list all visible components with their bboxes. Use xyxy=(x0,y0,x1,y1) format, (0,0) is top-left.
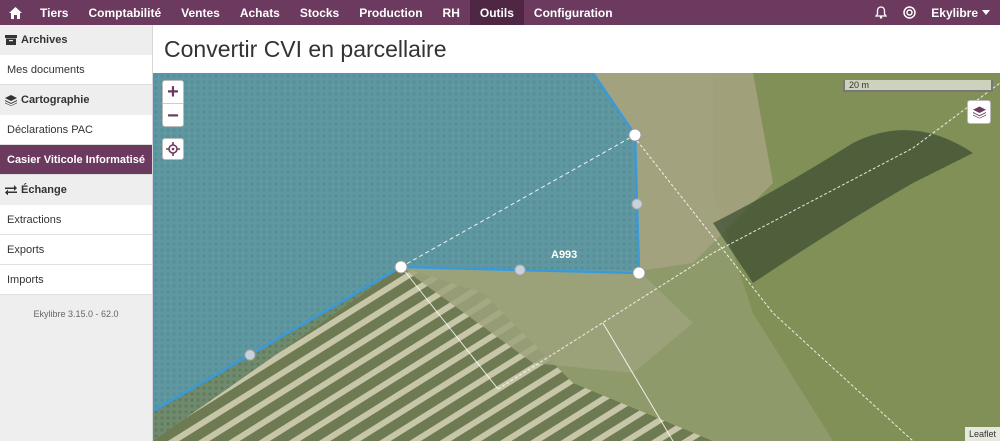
polygon-midpoint-handle[interactable] xyxy=(244,349,256,361)
parcel-label: A993 xyxy=(551,249,578,261)
map-view[interactable]: A993 + − 20 m Leaflet xyxy=(153,73,1000,441)
sidebar-item-extractions[interactable]: Extractions xyxy=(0,205,152,235)
polygon-vertex-handle[interactable] xyxy=(628,128,642,142)
home-icon[interactable] xyxy=(0,0,30,25)
menu-stocks[interactable]: Stocks xyxy=(290,0,349,25)
menu-ventes[interactable]: Ventes xyxy=(171,0,230,25)
app-version: Ekylibre 3.15.0 - 62.0 xyxy=(33,309,119,319)
polygon-midpoint-handle[interactable] xyxy=(631,198,643,210)
map-scale-bar: 20 m xyxy=(843,80,993,92)
layers-icon xyxy=(5,94,17,106)
sidebar-item-casier-viticole[interactable]: Casier Viticole Informatisé xyxy=(0,145,152,175)
menu-configuration[interactable]: Configuration xyxy=(524,0,623,25)
layers-button[interactable] xyxy=(967,100,991,124)
zoom-out-button[interactable]: − xyxy=(163,104,183,127)
page-title: Convertir CVI en parcellaire xyxy=(164,35,447,62)
help-lifebuoy-icon[interactable] xyxy=(895,6,923,19)
sidebar: Archives Mes documents Cartographie Décl… xyxy=(0,25,153,441)
menu-production[interactable]: Production xyxy=(349,0,432,25)
zoom-in-button[interactable]: + xyxy=(163,81,183,104)
menu-rh[interactable]: RH xyxy=(433,0,470,25)
archive-icon xyxy=(5,35,17,45)
menu-tiers[interactable]: Tiers xyxy=(30,0,78,25)
crosshair-icon xyxy=(166,142,180,156)
top-navbar: Tiers Comptabilité Ventes Achats Stocks … xyxy=(0,0,1000,25)
layers-icon xyxy=(972,106,986,118)
locate-button[interactable] xyxy=(162,138,184,160)
polygon-vertex-handle[interactable] xyxy=(632,266,646,280)
menu-achats[interactable]: Achats xyxy=(230,0,290,25)
bell-icon[interactable] xyxy=(867,6,895,19)
polygon-vertex-handle[interactable] xyxy=(394,260,408,274)
polygon-midpoint-handle[interactable] xyxy=(514,264,526,276)
sidebar-section-echange: Échange xyxy=(0,175,152,205)
menu-outils[interactable]: Outils xyxy=(469,0,524,25)
exchange-icon xyxy=(5,185,17,195)
menu-comptabilite[interactable]: Comptabilité xyxy=(78,0,171,25)
sidebar-section-cartographie: Cartographie xyxy=(0,85,152,115)
chevron-down-icon xyxy=(982,10,990,15)
user-name: Ekylibre xyxy=(931,5,978,20)
sidebar-item-exports[interactable]: Exports xyxy=(0,235,152,265)
zoom-control: + − xyxy=(162,80,184,127)
map-attribution[interactable]: Leaflet xyxy=(964,427,1000,441)
sidebar-item-mes-documents[interactable]: Mes documents xyxy=(0,55,152,85)
user-menu[interactable]: Ekylibre xyxy=(923,6,1000,20)
sidebar-item-declarations-pac[interactable]: Déclarations PAC xyxy=(0,115,152,145)
sidebar-section-archives: Archives xyxy=(0,25,152,55)
sidebar-item-imports[interactable]: Imports xyxy=(0,265,152,295)
